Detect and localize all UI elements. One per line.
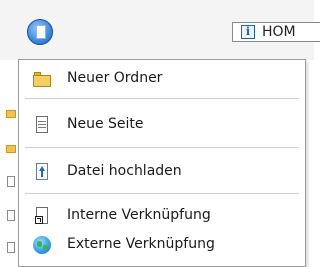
menu-item-label: Neuer Ordner xyxy=(67,70,163,86)
tree-folder-icon xyxy=(6,110,16,118)
upload-icon xyxy=(33,163,51,181)
menu-item-upload-file[interactable]: Datei hochladen xyxy=(19,157,305,187)
app-window: i HOM Neuer Ordner Neue Seite Datei hoch… xyxy=(0,0,320,267)
menu-item-new-page[interactable]: Neue Seite xyxy=(19,110,305,140)
tree-page-icon xyxy=(7,176,15,187)
menu-item-label: Neue Seite xyxy=(67,116,144,132)
new-item-menu: Neuer Ordner Neue Seite Datei hochladen xyxy=(18,59,306,267)
toolbar: i HOM xyxy=(0,0,320,60)
menu-item-external-link[interactable]: Externe Verknüpfung xyxy=(19,230,305,260)
new-page-icon xyxy=(36,25,46,39)
menu-separator xyxy=(25,147,299,148)
home-label: HOM xyxy=(262,24,296,40)
menu-separator xyxy=(25,98,299,99)
globe-icon xyxy=(33,236,51,254)
menu-item-label: Datei hochladen xyxy=(67,163,182,179)
tree-page-icon xyxy=(7,242,15,253)
new-button[interactable] xyxy=(27,19,53,45)
menu-item-internal-link[interactable]: Interne Verknüpfung xyxy=(19,201,305,231)
tree-folder-icon xyxy=(6,145,16,153)
menu-item-label: Interne Verknüpfung xyxy=(67,207,211,223)
home-link[interactable]: i HOM xyxy=(232,22,320,42)
page-icon xyxy=(33,116,51,134)
menu-item-new-folder[interactable]: Neuer Ordner xyxy=(19,64,305,94)
internal-link-icon xyxy=(33,207,51,225)
info-icon: i xyxy=(241,25,255,39)
folder-icon xyxy=(33,70,51,88)
menu-item-label: Externe Verknüpfung xyxy=(67,236,215,252)
tree-page-icon xyxy=(7,210,15,221)
menu-separator xyxy=(25,193,299,194)
